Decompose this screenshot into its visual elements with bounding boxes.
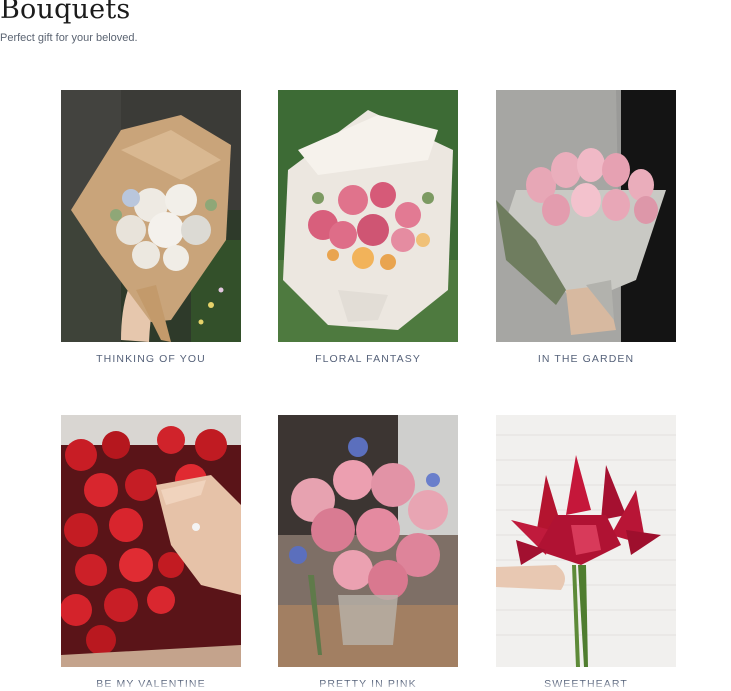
product-title[interactable]: THINKING OF YOU — [61, 353, 241, 365]
product-card-sweetheart[interactable]: SWEETHEART — [496, 415, 676, 690]
product-card-in-the-garden[interactable]: IN THE GARDEN — [496, 90, 676, 365]
product-card-thinking-of-you[interactable]: THINKING OF YOU — [61, 90, 241, 365]
bouquet-photo-red-lilies — [496, 415, 676, 667]
product-card-floral-fantasy[interactable]: FLORAL FANTASY — [278, 90, 458, 365]
page-subtitle: Perfect gift for your beloved. — [0, 32, 138, 44]
product-title[interactable]: SWEETHEART — [496, 678, 676, 690]
product-title[interactable]: FLORAL FANTASY — [278, 353, 458, 365]
product-image[interactable] — [496, 415, 676, 667]
bouquet-photo-pink-tulips — [496, 90, 676, 342]
product-title[interactable]: IN THE GARDEN — [496, 353, 676, 365]
product-title[interactable]: BE MY VALENTINE — [61, 678, 241, 690]
page-title: Bouquets — [0, 0, 131, 25]
product-image[interactable] — [496, 90, 676, 342]
product-image[interactable] — [278, 90, 458, 342]
product-image[interactable] — [278, 415, 458, 667]
bouquet-photo-pink-peonies — [278, 415, 458, 667]
product-card-be-my-valentine[interactable]: BE MY VALENTINE — [61, 415, 241, 690]
product-image[interactable] — [61, 90, 241, 342]
product-title[interactable]: PRETTY IN PINK — [278, 678, 458, 690]
product-image[interactable] — [61, 415, 241, 667]
bouquet-photo-pink-roses-white-wrap — [278, 90, 458, 342]
product-card-pretty-in-pink[interactable]: PRETTY IN PINK — [278, 415, 458, 690]
bouquet-photo-white-roses — [61, 90, 241, 342]
bouquet-photo-red-roses — [61, 415, 241, 667]
